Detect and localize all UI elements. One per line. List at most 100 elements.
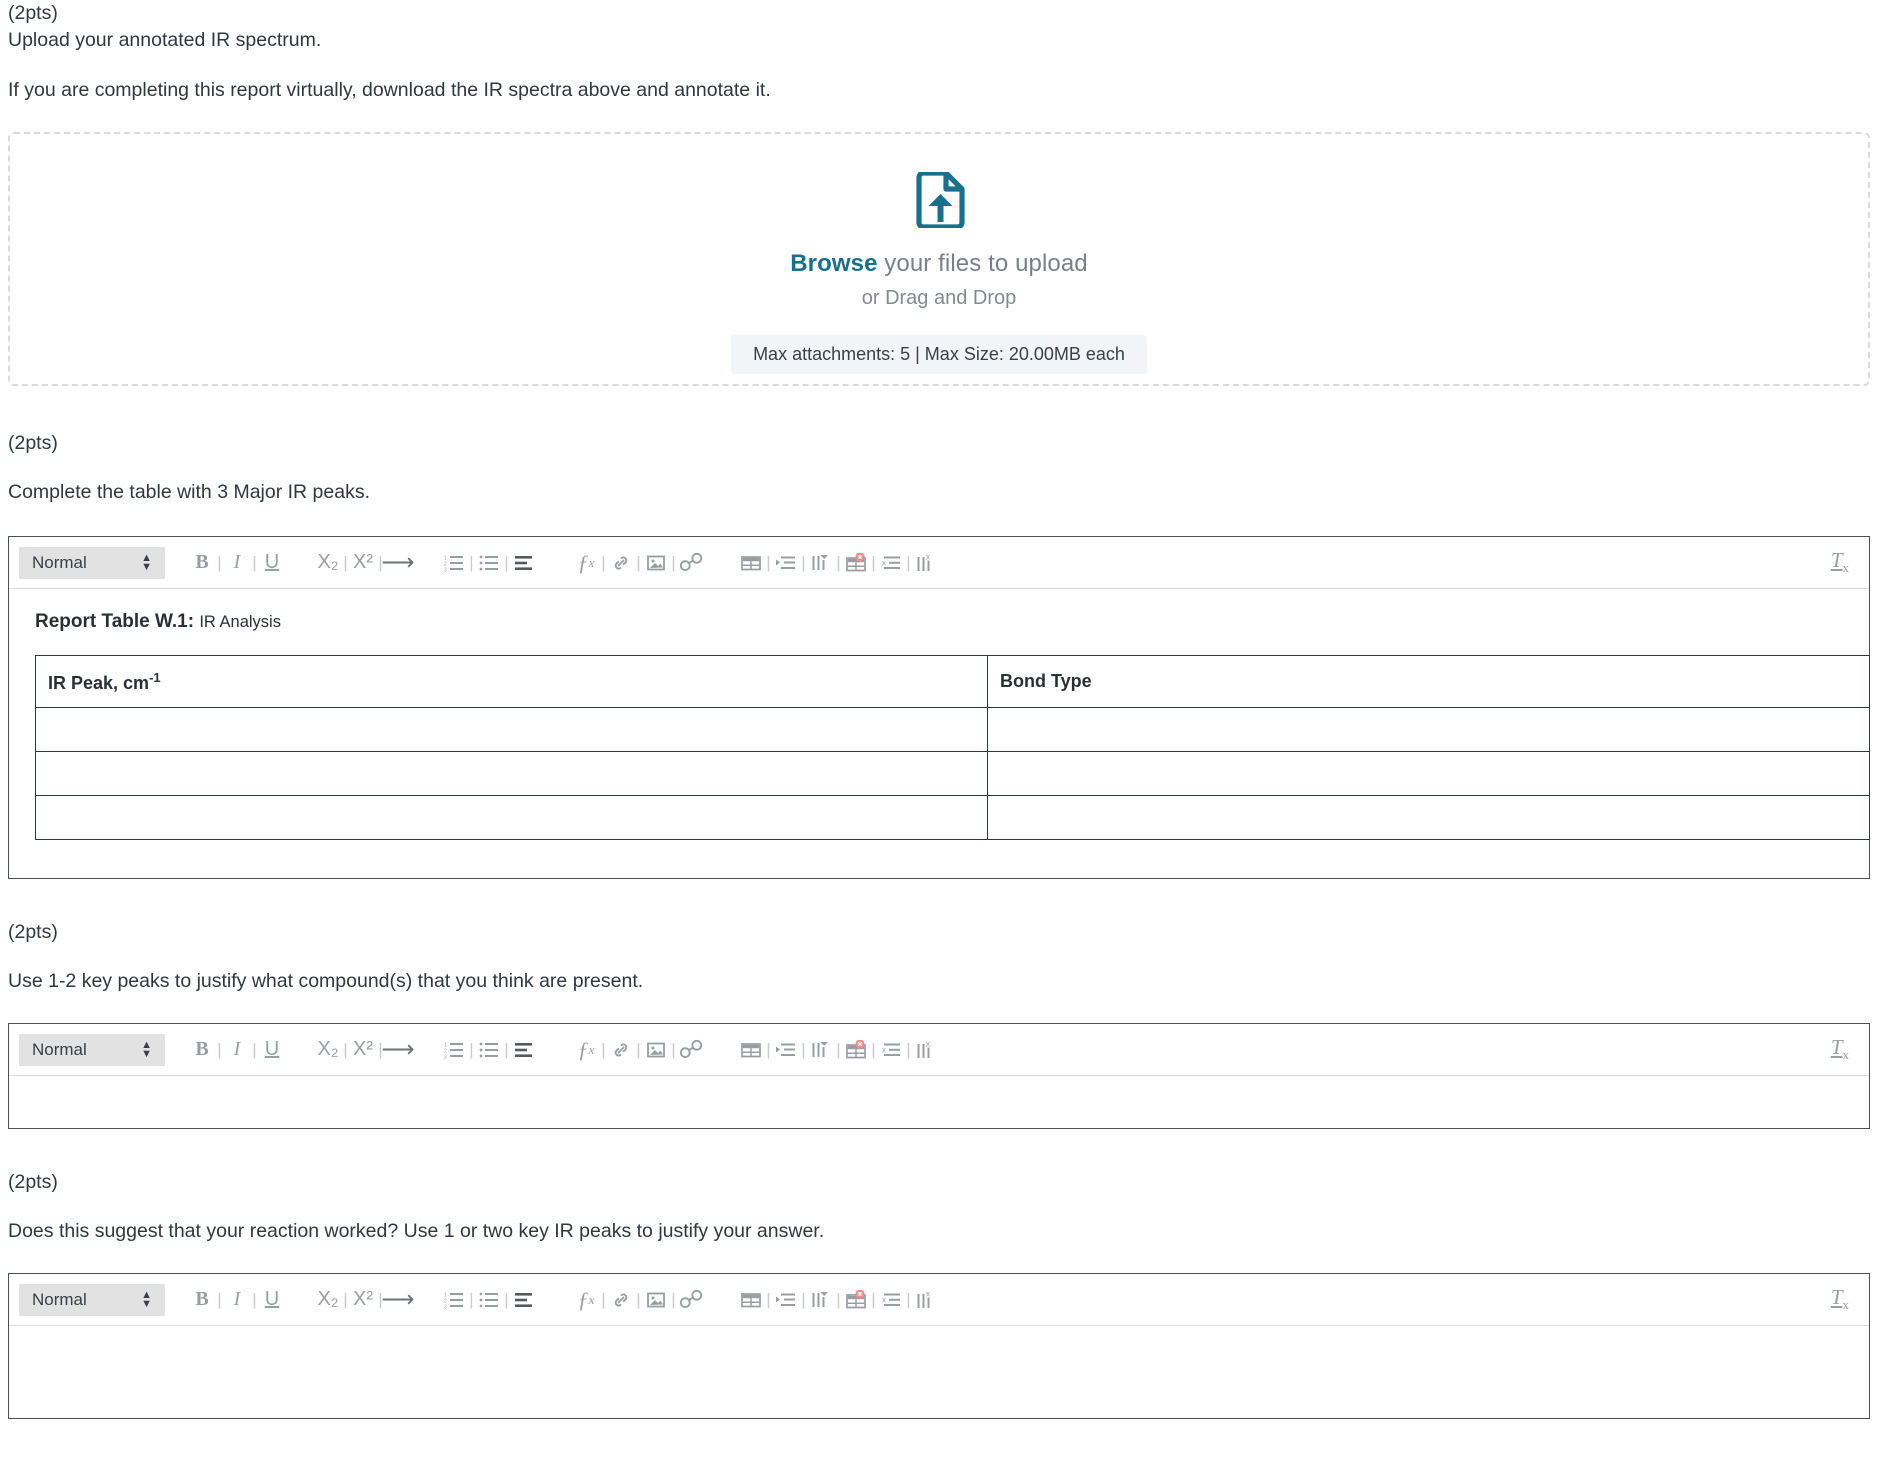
subscript-icon[interactable]: X₂ (315, 548, 341, 578)
browse-link[interactable]: Browse (790, 250, 877, 277)
align-icon[interactable] (511, 1285, 537, 1315)
link-icon[interactable] (608, 548, 634, 578)
script-group: X₂ | X² | ⟶ (315, 548, 415, 578)
editor-toolbar-3: Normal ▲ ▼ B | I | U X₂ | X² | ⟶ 123 | |… (9, 1274, 1869, 1326)
arrow-right-icon[interactable]: ⟶ (382, 1035, 415, 1065)
unordered-list-icon[interactable] (476, 548, 502, 578)
insert-column-icon[interactable] (808, 1285, 834, 1315)
formula-icon[interactable]: ƒx (573, 1035, 599, 1065)
editor-content-2[interactable] (9, 1076, 1869, 1128)
ordered-list-icon[interactable]: 123 (441, 1035, 467, 1065)
insert-column-icon[interactable] (808, 548, 834, 578)
underline-icon[interactable]: U (259, 1285, 285, 1315)
delete-row-icon[interactable]: x (878, 1285, 904, 1315)
insert-row-icon[interactable] (773, 1035, 799, 1065)
cell-ir-peak-1[interactable] (35, 707, 988, 752)
cell-ir-peak-2[interactable] (35, 751, 988, 796)
rich-text-editor-2[interactable]: Normal ▲ ▼ B | I | U X₂ | X² | ⟶ 123 | |… (8, 1023, 1870, 1129)
rich-text-editor-1[interactable]: Normal ▲ ▼ B | I | U X₂ | X² | ⟶ 1 2 3 |… (8, 536, 1870, 879)
superscript-icon[interactable]: X² (350, 1035, 376, 1065)
align-icon[interactable] (511, 548, 537, 578)
question-compounds: (2pts) Use 1-2 key peaks to justify what… (0, 919, 1878, 1129)
insert-table-icon[interactable] (738, 1035, 764, 1065)
question-table: (2pts) Complete the table with 3 Major I… (0, 430, 1878, 879)
subscript-icon[interactable]: X₂ (315, 1035, 341, 1065)
toolbar-divider: | (252, 552, 257, 572)
unordered-list-icon[interactable] (476, 1285, 502, 1315)
delete-row-icon[interactable]: x (878, 548, 904, 578)
script-group: X₂ | X² | ⟶ (315, 1285, 415, 1315)
question-1-note: If you are completing this report virtua… (8, 79, 771, 101)
delete-row-icon[interactable]: x (878, 1035, 904, 1065)
clear-format-icon[interactable]: Tx (1831, 1035, 1859, 1063)
attachment-icon[interactable]: ☍ (678, 548, 704, 578)
underline-icon[interactable]: U (259, 548, 285, 578)
align-icon[interactable] (511, 1035, 537, 1065)
clear-format-icon[interactable]: Tx (1831, 1285, 1859, 1313)
delete-column-icon[interactable]: x (913, 1035, 939, 1065)
cell-ir-peak-3[interactable] (35, 795, 988, 840)
ordered-list-icon[interactable]: 123 (441, 1285, 467, 1315)
report-table[interactable]: IR Peak, cm-1 Bond Type (35, 655, 1870, 840)
formula-icon[interactable]: ƒx (573, 1285, 599, 1315)
insert-row-icon[interactable] (773, 1285, 799, 1315)
clear-format-icon[interactable]: Tx (1831, 548, 1859, 576)
cell-bond-type-1[interactable] (987, 707, 1870, 752)
toolbar-divider: | (766, 1039, 771, 1059)
question-upload: (2pts) Upload your annotated IR spectrum… (0, 0, 1878, 386)
table-row[interactable] (35, 751, 1870, 796)
paragraph-style-select[interactable]: Normal ▲ ▼ (19, 546, 165, 579)
editor-content-3[interactable] (9, 1326, 1869, 1418)
formula-icon[interactable]: ƒx (573, 548, 599, 578)
table-row[interactable] (35, 707, 1870, 752)
subscript-icon[interactable]: X₂ (315, 1285, 341, 1315)
attachment-icon[interactable]: ☍ (678, 1285, 704, 1315)
attachment-icon[interactable]: ☍ (678, 1035, 704, 1065)
superscript-icon[interactable]: X² (350, 1285, 376, 1315)
insert-row-icon[interactable] (773, 548, 799, 578)
link-icon[interactable] (608, 1035, 634, 1065)
underline-icon[interactable]: U (259, 1035, 285, 1065)
svg-text:3: 3 (444, 1304, 447, 1309)
editor-toolbar-2: Normal ▲ ▼ B | I | U X₂ | X² | ⟶ 123 | |… (9, 1024, 1869, 1076)
toolbar-divider: | (906, 552, 911, 572)
italic-icon[interactable]: I (224, 1285, 250, 1315)
image-icon[interactable] (643, 1035, 669, 1065)
italic-icon[interactable]: I (224, 1035, 250, 1065)
unordered-list-icon[interactable] (476, 1035, 502, 1065)
image-icon[interactable] (643, 1285, 669, 1315)
file-dropzone[interactable]: Browse your files to upload or Drag and … (8, 132, 1870, 386)
insert-table-icon[interactable] (738, 1285, 764, 1315)
link-icon[interactable] (608, 1285, 634, 1315)
ordered-list-icon[interactable]: 123 (441, 548, 467, 578)
delete-table-icon[interactable] (843, 548, 869, 578)
delete-table-icon[interactable] (843, 1285, 869, 1315)
bold-icon[interactable]: B (189, 1285, 215, 1315)
bold-icon[interactable]: B (189, 548, 215, 578)
paragraph-style-select[interactable]: Normal ▲ ▼ (19, 1283, 165, 1316)
column-header-bond-type: Bond Type (987, 655, 1870, 708)
image-icon[interactable] (643, 548, 669, 578)
svg-text:3: 3 (444, 567, 447, 572)
paragraph-style-select[interactable]: Normal ▲ ▼ (19, 1033, 165, 1066)
report-table-caption: Report Table W.1: IR Analysis (35, 611, 1853, 633)
editor-content-1[interactable]: Report Table W.1: IR Analysis IR Peak, c… (9, 589, 1870, 878)
paragraph-style-value: Normal (32, 1289, 87, 1309)
table-row[interactable] (35, 795, 1870, 840)
arrow-right-icon[interactable]: ⟶ (382, 1285, 415, 1315)
text-format-group: B | I | U (189, 548, 285, 578)
rich-text-editor-3[interactable]: Normal ▲ ▼ B | I | U X₂ | X² | ⟶ 123 | |… (8, 1273, 1870, 1419)
delete-column-icon[interactable]: x (913, 1285, 939, 1315)
toolbar-divider: | (469, 1039, 474, 1059)
delete-table-icon[interactable] (843, 1035, 869, 1065)
toolbar-divider: | (801, 552, 806, 572)
bold-icon[interactable]: B (189, 1035, 215, 1065)
arrow-right-icon[interactable]: ⟶ (382, 548, 415, 578)
insert-column-icon[interactable] (808, 1035, 834, 1065)
italic-icon[interactable]: I (224, 548, 250, 578)
cell-bond-type-2[interactable] (987, 751, 1870, 796)
insert-table-icon[interactable] (738, 548, 764, 578)
delete-column-icon[interactable]: x (913, 548, 939, 578)
superscript-icon[interactable]: X² (350, 548, 376, 578)
cell-bond-type-3[interactable] (987, 795, 1870, 840)
